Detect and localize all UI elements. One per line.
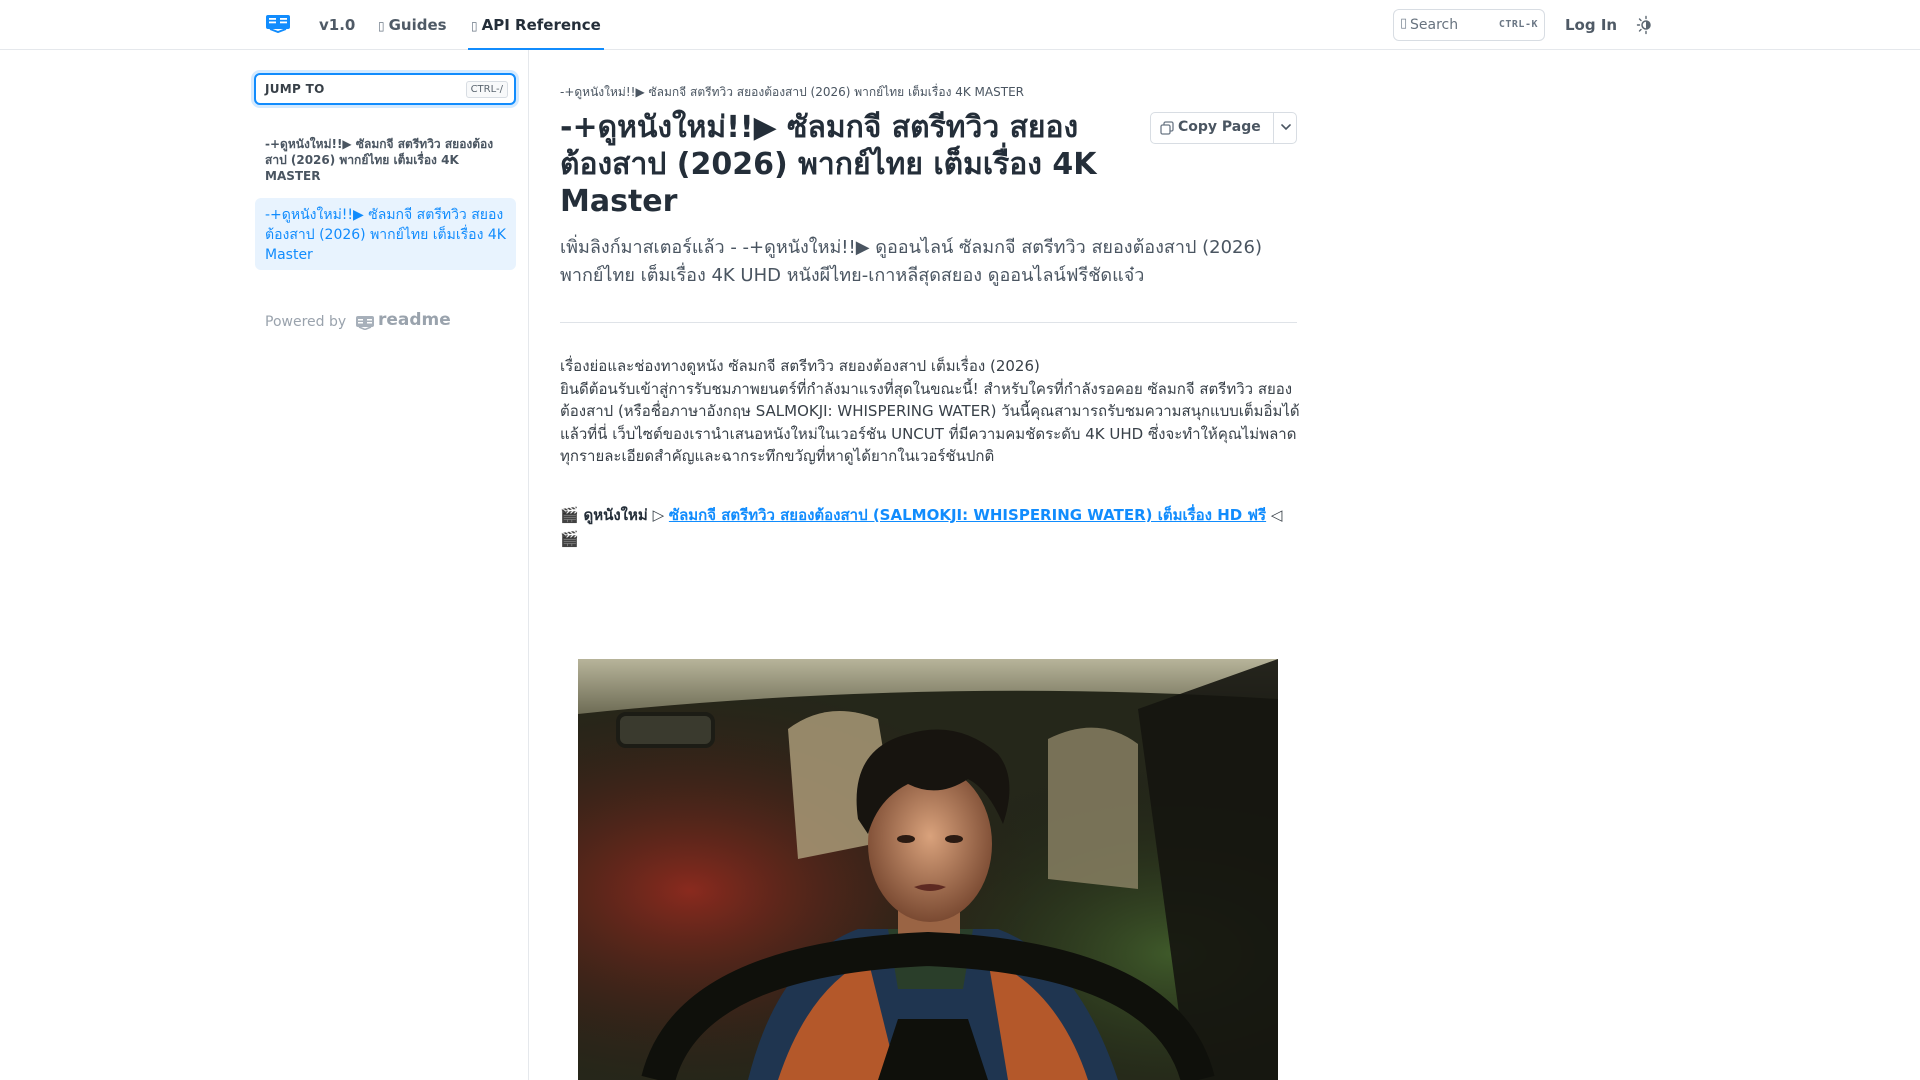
search-shortcut-hint: CTRL-K (1498, 19, 1538, 30)
breadcrumb: -+ดูหนังใหม่!!▶ ซัลมกจี สตรีทวิว สยองต้อ… (560, 85, 1024, 99)
top-navigation-bar: v1.0 ▯ Guides ▯ API Reference ▯ Search CTR… (0, 0, 1920, 50)
copy-icon (1160, 121, 1174, 135)
login-button[interactable]: Log In (1565, 0, 1617, 50)
watch-movie-link[interactable]: ซัลมกจี สตรีทวิว สยองต้องสาป (SALMOKJI: … (669, 506, 1266, 524)
watch-label: ดูหนังใหม่ (583, 506, 648, 524)
code-glyph-icon: ▯ (471, 19, 478, 33)
search-placeholder: Search (1410, 17, 1459, 33)
jump-to-shortcut-hint: CTRL-/ (465, 81, 508, 98)
search-input[interactable]: ▯ Search CTRL-K (1393, 9, 1545, 41)
copy-page-button-group: Copy Page (1150, 112, 1297, 144)
sidebar-item-active-page[interactable]: -+ดูหนังใหม่!!▶ ซัลมกจี สตรีทวิว สยองต้อ… (255, 198, 516, 270)
movie-still-image (578, 659, 1278, 1080)
clapper-board-icon: 🎬 (560, 530, 579, 548)
copy-page-label: Copy Page (1178, 119, 1261, 135)
nav-tab-guides[interactable]: ▯ Guides (378, 0, 447, 50)
book-glyph-icon: ▯ (378, 19, 385, 33)
section-divider (560, 322, 1297, 323)
article-heading-line: เรื่องย่อและช่องทางดูหนัง ซัลมกจี สตรีทว… (560, 357, 1040, 375)
page-title: -+ดูหนังใหม่!!▶ ซัลมกจี สตรีทวิว สยองต้อ… (560, 110, 1097, 219)
powered-by-label: Powered by (265, 314, 347, 330)
article-body: เรื่องย่อและช่องทางดูหนัง ซัลมกจี สตรีทว… (560, 355, 1300, 468)
readme-logo-icon (356, 316, 374, 330)
watch-link-line: 🎬 ดูหนังใหม่ ▷ ซัลมกจี สตรีทวิว สยองต้อง… (560, 503, 1300, 551)
readme-wordmark: readme (378, 310, 451, 330)
copy-page-options-button[interactable] (1273, 113, 1297, 143)
copy-page-button[interactable]: Copy Page (1151, 113, 1273, 143)
readme-logo-icon[interactable] (266, 14, 290, 33)
sidebar-item-section-heading[interactable]: -+ดูหนังใหม่!!▶ ซัลมกจี สตรีทวิว สยองต้อ… (255, 136, 516, 188)
arrow-right-glyph: ▷ (652, 506, 665, 524)
nav-tab-api-reference[interactable]: ▯ API Reference (468, 0, 604, 50)
version-selector[interactable]: v1.0 (319, 0, 355, 50)
clapper-board-icon: 🎬 (560, 506, 579, 524)
sidebar: JUMP TO CTRL-/ -+ดูหนังใหม่!!▶ ซัลมกจี ส… (0, 50, 529, 1080)
jump-to-label: JUMP TO (265, 82, 325, 96)
arrow-left-glyph: ◁ (1270, 506, 1283, 524)
chevron-down-icon (1281, 124, 1291, 131)
jump-to-input[interactable]: JUMP TO CTRL-/ (254, 73, 516, 105)
nav-tab-api-reference-label: API Reference (481, 16, 601, 34)
nav-tab-guides-label: Guides (388, 16, 447, 34)
article-paragraph: ยินดีต้อนรับเข้าสู่การรับชมภาพยนตร์ที่กำ… (560, 379, 1300, 466)
search-glyph-icon: ▯ (1400, 16, 1408, 31)
sun-moon-icon[interactable] (1636, 15, 1656, 35)
page-excerpt: เพิ่มลิงก์มาสเตอร์แล้ว - -+ดูหนังใหม่!!▶… (560, 237, 1262, 286)
